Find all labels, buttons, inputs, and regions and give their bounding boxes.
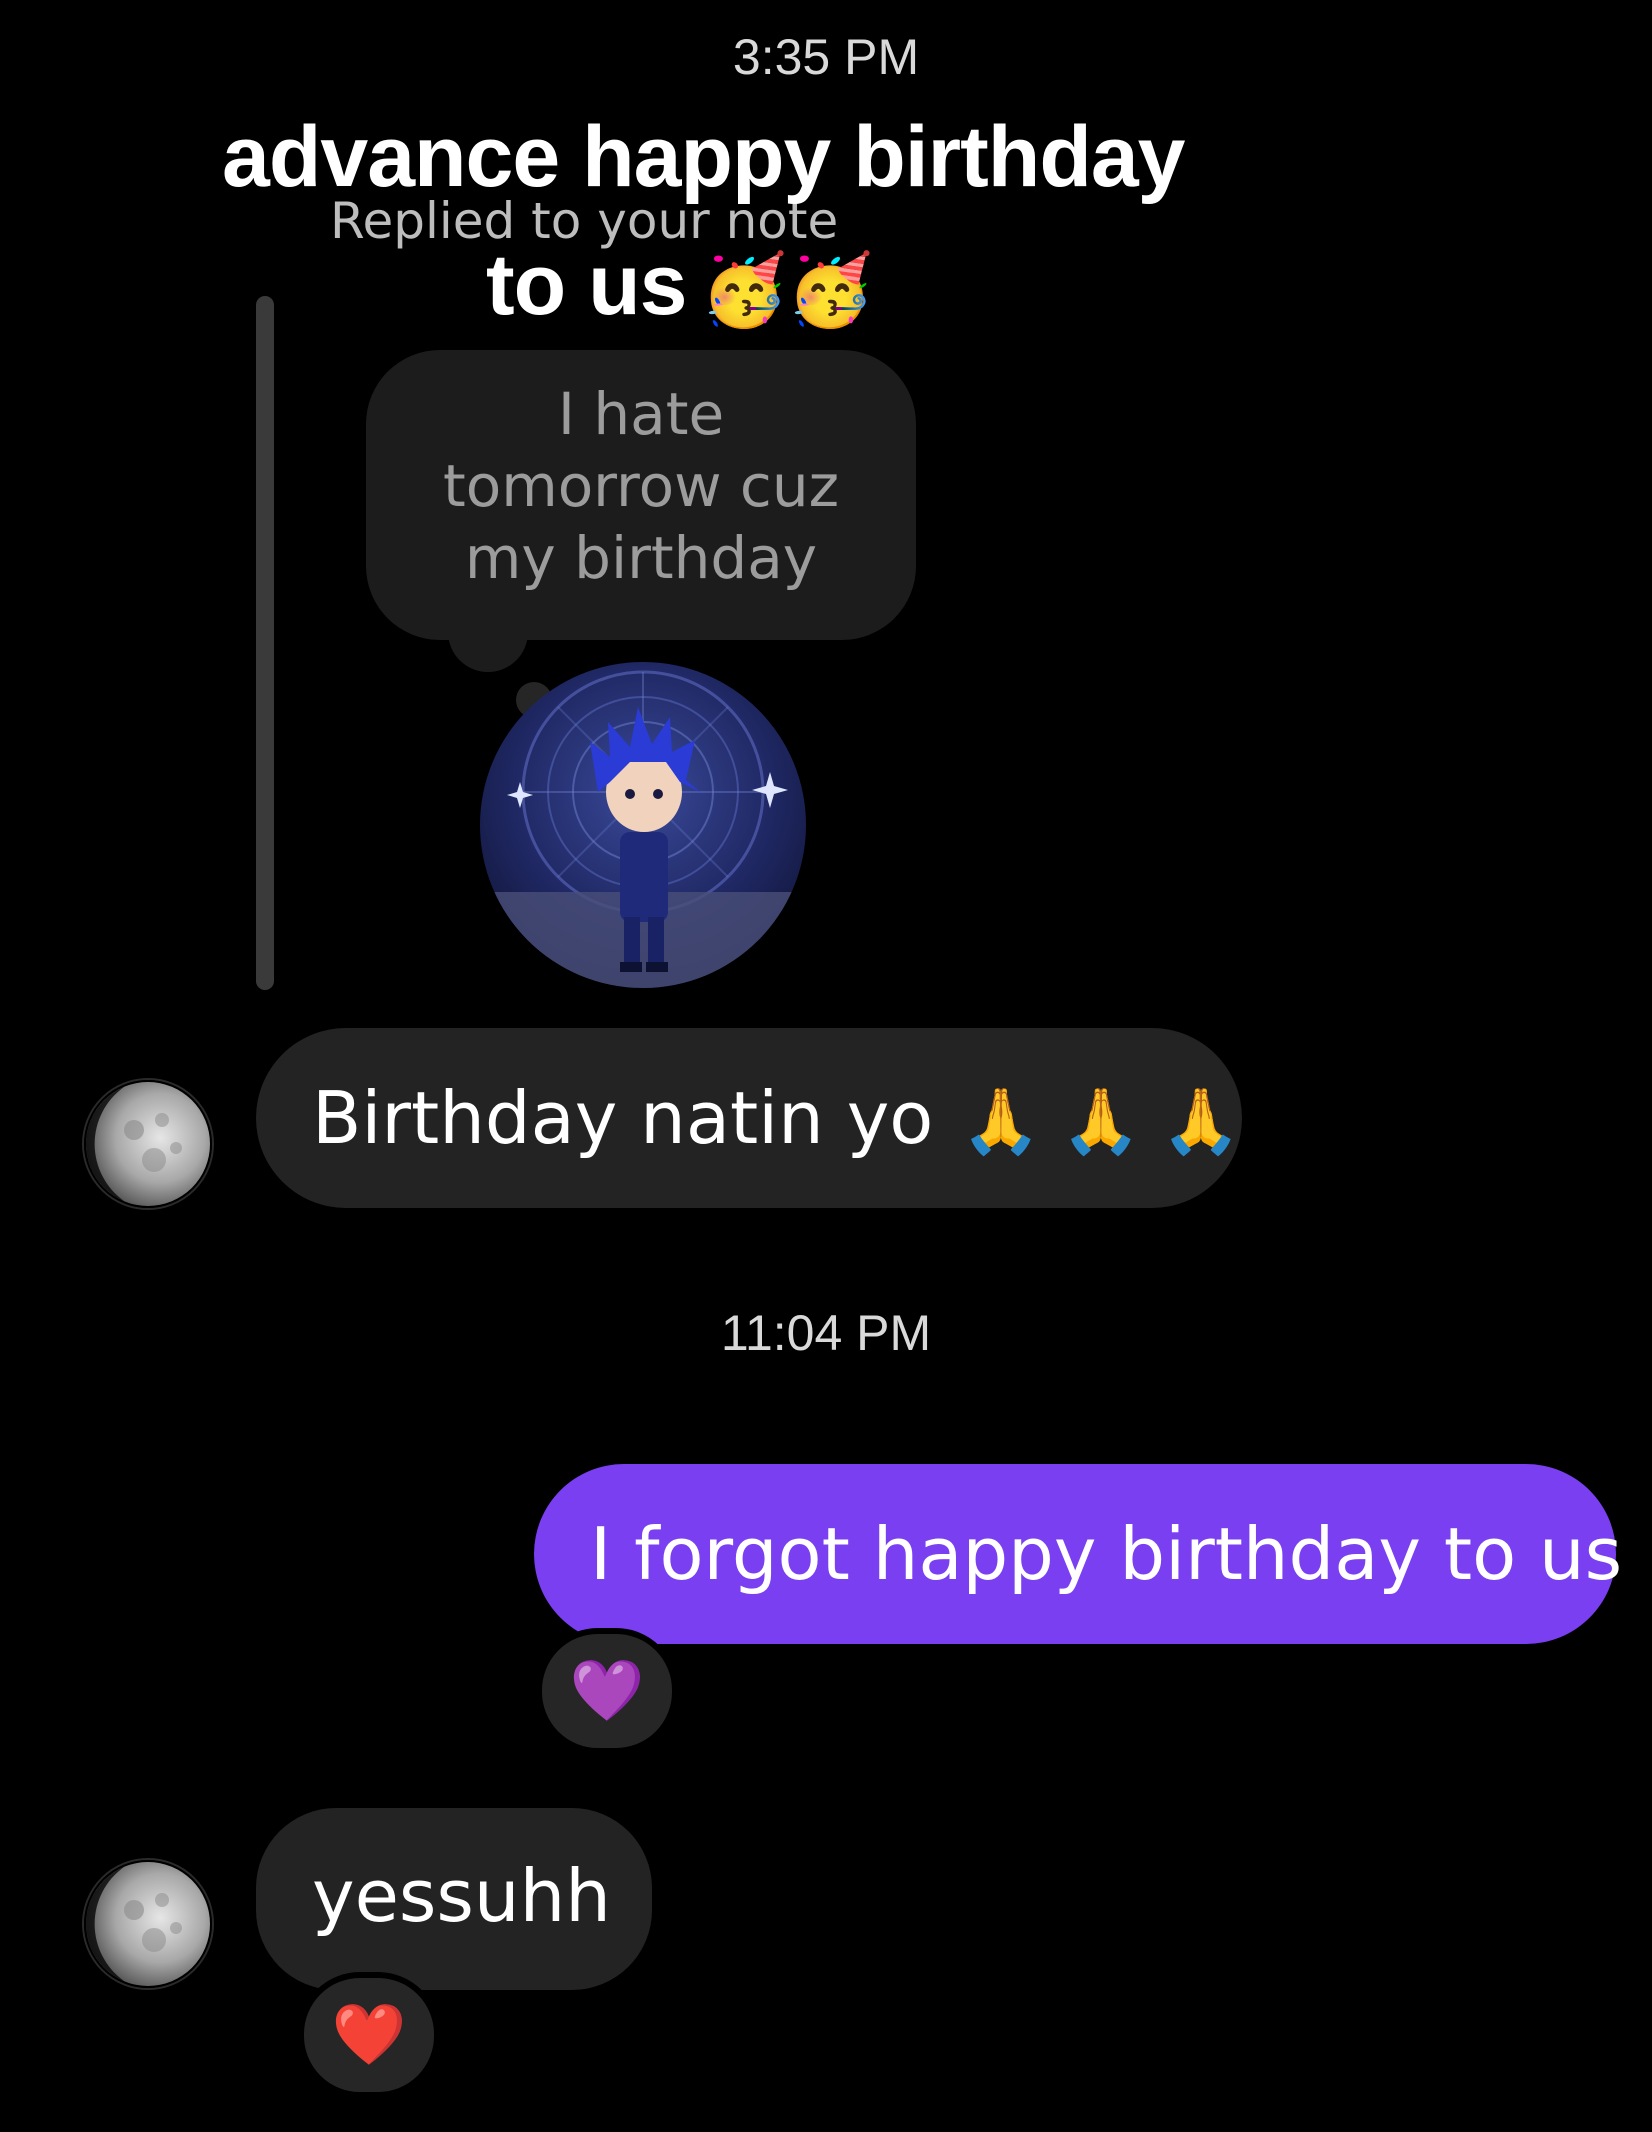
- reaction-badge[interactable]: ❤️: [298, 1972, 440, 2098]
- message-text: I forgot happy birthday to us: [590, 1512, 1623, 1596]
- incoming-message-bubble[interactable]: yessuhh: [256, 1808, 652, 1990]
- note-text-line: I hate: [557, 380, 725, 448]
- outgoing-message-bubble[interactable]: I forgot happy birthday to us: [534, 1464, 1622, 1644]
- praying-hands-emoji: 🙏 🙏 🙏: [961, 1085, 1242, 1159]
- note-text-line: tomorrow cuz: [442, 452, 840, 520]
- party-face-emoji: 🥳🥳: [700, 251, 873, 330]
- moon-icon: [84, 1080, 212, 1208]
- overlay-caption-line-1: advance happy birthday: [222, 109, 1186, 205]
- overlay-caption-text: to us: [486, 237, 687, 333]
- timestamp: 11:04 PM: [720, 1305, 932, 1361]
- reply-indicator-line: [256, 296, 274, 990]
- contact-avatar[interactable]: [82, 1858, 214, 1990]
- note-bubble-tail: [448, 618, 528, 672]
- purple-heart-icon: 💜: [569, 1656, 645, 1726]
- reaction-badge[interactable]: 💜: [536, 1628, 678, 1754]
- replied-note-bubble[interactable]: I hate tomorrow cuz my birthday: [366, 350, 916, 640]
- moon-icon: [84, 1860, 212, 1988]
- timestamp: 3:35 PM: [732, 29, 920, 85]
- message-text: yessuhh: [312, 1854, 611, 1938]
- incoming-message-bubble[interactable]: Birthday natin yo 🙏 🙏 🙏: [256, 1028, 1242, 1208]
- contact-avatar[interactable]: [82, 1078, 214, 1210]
- red-heart-icon: ❤️: [331, 2000, 407, 2070]
- overlay-caption-line-2: to us 🥳🥳: [486, 236, 874, 335]
- note-author-avatar[interactable]: [480, 662, 806, 988]
- anime-character-icon: [480, 662, 806, 988]
- message-text: Birthday natin yo: [312, 1076, 934, 1160]
- note-text-line: my birthday: [464, 524, 818, 592]
